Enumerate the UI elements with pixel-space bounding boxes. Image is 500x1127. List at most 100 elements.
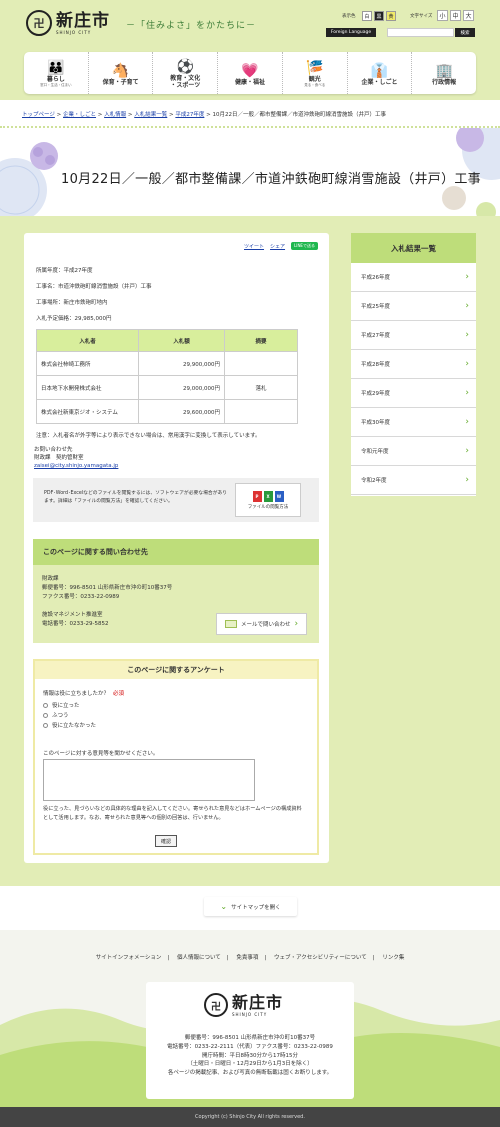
- footer-link-links[interactable]: リンク集: [382, 955, 404, 961]
- file-viewer-text: PDF･Word･Excelなどのファイルを閲覧するには、ソフトウェアが必要な場…: [44, 491, 228, 504]
- inquiry-email-link[interactable]: zaisei@city.shinjo.yamagata.jp: [34, 463, 118, 469]
- footer-logo: 卍 新庄市 SHINJO CITY: [204, 993, 283, 1017]
- sidebar-title: 入札結果一覧: [351, 233, 476, 263]
- site-header: 卍 新庄市 SHINJO CITY －「住みよさ」をかたちに－ 表示色 白 黒 …: [0, 0, 500, 100]
- footer-card: 卍 新庄市 SHINJO CITY 郵便番号：996-8501 山形県新庄市沖の…: [146, 982, 354, 1099]
- global-nav: 👪 暮らし 窓口・生活・住まい 🐴 保育・子育て ⚽ 教育・文化 ・スポーツ 💗…: [24, 52, 476, 94]
- opinion-label: このページに対する意見等を聞かせください。: [43, 751, 159, 757]
- bid-table: 入札者 入札額 摘要 株式会社柿崎工務所 29,900,000円 日本地下水開発…: [36, 329, 298, 424]
- foreign-language-button[interactable]: Foreign Language: [326, 28, 376, 37]
- nav-tourism[interactable]: 🎏 観光 見る・食べる: [283, 52, 348, 94]
- project-name: 工事名：市道沖鉄砲町線消雪施設（井戸）工事: [36, 284, 152, 290]
- sidebar-item-h26[interactable]: 平成26年度 ›: [351, 263, 476, 292]
- radio-neutral[interactable]: ふつう: [43, 711, 69, 719]
- color-white-button[interactable]: 白: [362, 11, 372, 21]
- site-logo[interactable]: 卍 新庄市 SHINJO CITY: [26, 10, 110, 36]
- footer-address: 郵便番号：996-8501 山形県新庄市沖の町10番37号 電話番号：0233-…: [167, 1035, 333, 1077]
- breadcrumb-bid-results[interactable]: 入札結果一覧: [134, 112, 167, 118]
- font-medium-button[interactable]: 中: [450, 10, 461, 21]
- survey-note: 役に立った、見づらいなどの具体的な理由を記入してください。寄せられた意見などはホ…: [43, 806, 302, 821]
- nav-administration[interactable]: 🏢 行政情報: [412, 52, 476, 94]
- fiscal-year: 所属年度：平成27年度: [36, 268, 93, 274]
- sitemap-button[interactable]: ⌄ サイトマップを開く: [204, 897, 297, 916]
- file-viewer-button[interactable]: P X W ファイルの閲覧方法: [235, 483, 301, 517]
- sidebar: 入札結果一覧 平成26年度 › 平成25年度 › 平成27年度 › 平成28年度 › 平…: [351, 233, 476, 496]
- inquiry-info: お問い合わせ先 財政課 契約管財室 zaisei@city.shinjo.yam…: [34, 447, 119, 469]
- contact-details: 財政課 郵便番号：996-8501 山形県新庄市沖の町10番37号 ファクス番号…: [42, 576, 173, 627]
- city-emblem-icon: 卍: [204, 993, 228, 1017]
- page-title: 10月22日／一般／都市整備課／市道沖鉄砲町線消雪施設（井戸）工事: [61, 172, 481, 187]
- sidebar-item-h27[interactable]: 平成27年度 ›: [351, 321, 476, 350]
- table-row: 日本地下水開発株式会社 29,000,000円 落札: [36, 375, 298, 400]
- table-note: 注意：入札者名が外字等により表示できない場合は、常用漢字に変換して表示しています…: [36, 433, 261, 439]
- survey-question: 情報は役に立ちましたか？ 必須: [43, 691, 125, 697]
- festival-icon: 🎏: [306, 60, 324, 76]
- sidebar-item-r2[interactable]: 令和2年度 ›: [351, 466, 476, 495]
- line-share-button[interactable]: LINEで送る: [291, 242, 318, 250]
- family-icon: 👪: [47, 60, 65, 76]
- breadcrumb-home[interactable]: トップページ: [22, 112, 55, 118]
- chevron-right-icon: ›: [465, 446, 469, 456]
- social-buttons: ツイート シェア LINEで送る: [244, 242, 318, 250]
- color-yellow-button[interactable]: 黄: [386, 11, 396, 21]
- radio-not-helpful[interactable]: 役に立たなかった: [43, 721, 96, 729]
- font-small-button[interactable]: 小: [437, 10, 448, 21]
- chevron-right-icon: ›: [294, 619, 299, 629]
- mail-icon: [224, 620, 237, 628]
- footer-link-disclaimer[interactable]: 免責事項: [236, 955, 258, 961]
- breadcrumb-business[interactable]: 企業・しごと: [63, 112, 96, 118]
- city-hall-icon: 🏢: [435, 62, 453, 79]
- mail-inquiry-button[interactable]: メールで問い合わせ ›: [216, 613, 307, 635]
- footer-link-accessibility[interactable]: ウェブ・アクセシビリティーについて: [274, 955, 367, 961]
- chevron-right-icon: ›: [465, 417, 469, 427]
- required-badge: 必須: [113, 691, 125, 697]
- color-label: 表示色: [342, 14, 356, 19]
- nav-education[interactable]: ⚽ 教育・文化 ・スポーツ: [153, 52, 219, 94]
- opinion-textarea[interactable]: [43, 759, 255, 801]
- col-remarks: 摘要: [224, 329, 298, 352]
- table-row: 株式会社新東京ジオ・システム 29,600,000円: [36, 399, 298, 424]
- breadcrumb: トップページ > 企業・しごと > 入札情報 > 入札結果一覧 > 平成27年度…: [22, 112, 386, 118]
- education-icon: ⚽: [176, 59, 195, 75]
- sidebar-item-h30[interactable]: 平成30年度 ›: [351, 408, 476, 437]
- color-black-button[interactable]: 黒: [374, 11, 384, 21]
- breadcrumb-current: 10月22日／一般／都市整備課／市道沖鉄砲町線消雪施設（井戸）工事: [212, 112, 386, 118]
- nav-business[interactable]: 👔 企業・しごと: [348, 52, 413, 94]
- page-hero: 10月22日／一般／都市整備課／市道沖鉄砲町線消雪施設（井戸）工事: [0, 128, 500, 228]
- file-viewer-info: PDF･Word･Excelなどのファイルを閲覧するには、ソフトウェアが必要な場…: [33, 478, 319, 522]
- col-bidder: 入札者: [36, 329, 139, 352]
- nav-health[interactable]: 💗 健康・福祉: [218, 52, 283, 94]
- pdf-file-icon: P: [252, 490, 262, 502]
- sidebar-item-h28[interactable]: 平成28年度 ›: [351, 350, 476, 379]
- chevron-right-icon: ›: [465, 330, 469, 340]
- copyright: Copyright (c) Shinjo City All rights res…: [0, 1107, 500, 1127]
- sidebar-item-r1[interactable]: 令和元年度 ›: [351, 437, 476, 466]
- heart-hands-icon: 💗: [241, 62, 259, 79]
- confirm-button[interactable]: 確認: [155, 835, 177, 847]
- survey-title: このページに関するアンケート: [35, 661, 317, 679]
- sidebar-item-h29[interactable]: 平成29年度 ›: [351, 379, 476, 408]
- footer-link-privacy[interactable]: 個人情報について: [177, 955, 221, 961]
- nav-living[interactable]: 👪 暮らし 窓口・生活・住まい: [24, 52, 89, 94]
- breadcrumb-bid-info[interactable]: 入札情報: [104, 112, 126, 118]
- table-row: 株式会社柿崎工務所 29,900,000円: [36, 351, 298, 376]
- share-link[interactable]: シェア: [270, 243, 285, 250]
- contact-title: このページに関する問い合わせ先: [33, 539, 319, 565]
- city-emblem-icon: 卍: [26, 10, 52, 36]
- estimated-price: 入札予定価格：29,985,000円: [36, 316, 112, 322]
- search-input[interactable]: [387, 28, 454, 37]
- font-large-button[interactable]: 大: [463, 10, 474, 21]
- survey-section: このページに関するアンケート 情報は役に立ちましたか？ 必須 役に立った ふつう …: [33, 659, 319, 855]
- footer-link-site-info[interactable]: サイトインフォメーション: [96, 955, 162, 961]
- chevron-right-icon: ›: [465, 301, 469, 311]
- chevron-down-icon: ⌄: [220, 902, 228, 911]
- chevron-right-icon: ›: [465, 388, 469, 398]
- word-file-icon: W: [274, 490, 284, 502]
- nav-childcare[interactable]: 🐴 保育・子育て: [89, 52, 154, 94]
- chevron-right-icon: ›: [465, 359, 469, 369]
- tweet-link[interactable]: ツイート: [244, 243, 264, 250]
- breadcrumb-year[interactable]: 平成27年度: [175, 112, 204, 118]
- radio-helpful[interactable]: 役に立った: [43, 701, 80, 709]
- search-button[interactable]: 検索: [455, 28, 475, 37]
- sidebar-item-h25[interactable]: 平成25年度 ›: [351, 292, 476, 321]
